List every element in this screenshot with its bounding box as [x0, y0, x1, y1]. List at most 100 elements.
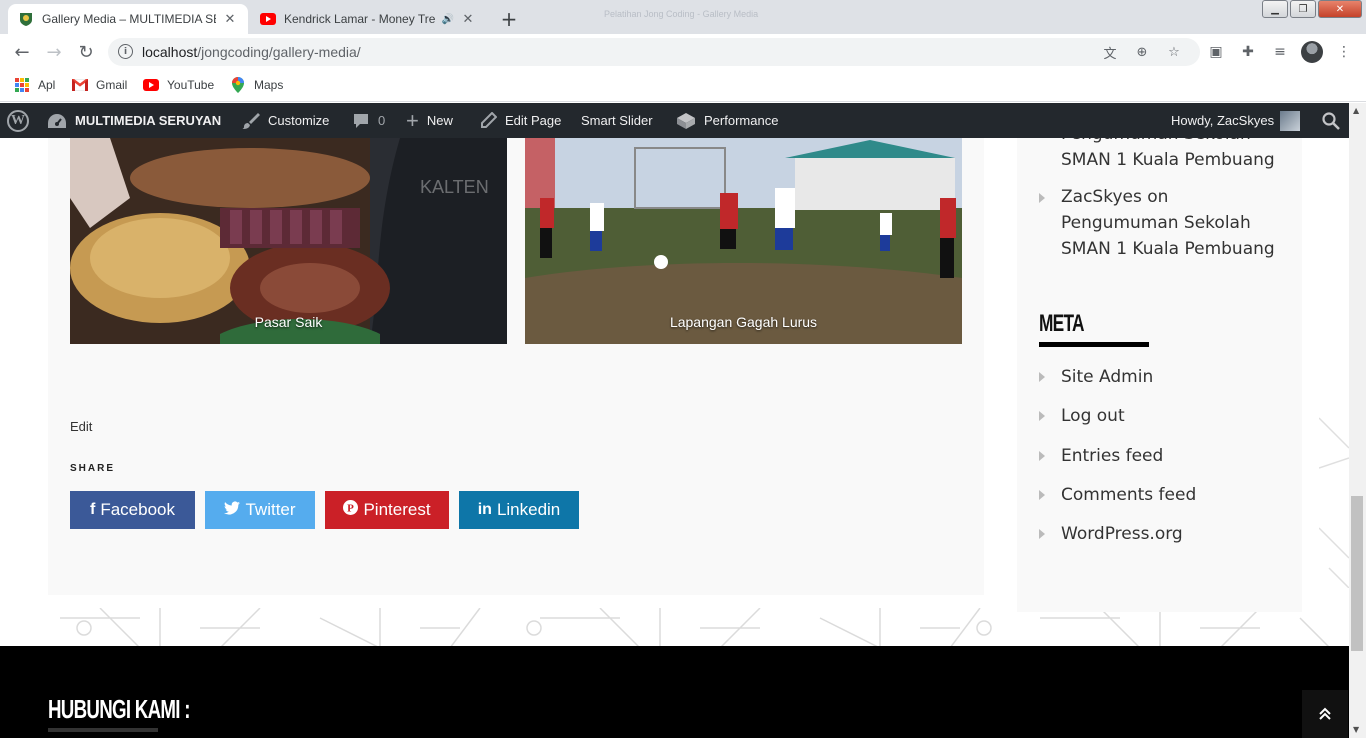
svg-text:KALTEN: KALTEN	[420, 177, 489, 197]
share-pinterest-button[interactable]: P Pinterest	[325, 491, 449, 529]
recent-comment-author: ZacSkyes on	[1061, 187, 1169, 207]
admin-performance[interactable]: Performance	[676, 103, 778, 138]
media-control-icon[interactable]: ≡	[1270, 42, 1290, 62]
address-bar[interactable]: i localhost/jongcoding/gallery-media/ 文 …	[108, 38, 1200, 66]
gallery-item-lapangan[interactable]: Lapangan Gagah Lurus	[525, 138, 962, 344]
extensions-puzzle-icon[interactable]: ✚	[1238, 42, 1258, 62]
plus-icon: +	[406, 107, 419, 133]
extension-icon[interactable]: ▣	[1206, 42, 1226, 62]
recent-comment-text: SMAN 1 Kuala Pembuang	[1061, 150, 1275, 170]
footer-contact-heading: HUBUNGI KAMI :	[48, 694, 190, 724]
share-heading: SHARE	[70, 463, 116, 474]
recent-comment-text: Pengumuman Sekolah	[1061, 138, 1291, 147]
bookmark-label: Maps	[254, 78, 284, 92]
profile-avatar[interactable]	[1301, 41, 1323, 63]
menu-kebab-icon[interactable]: ⋮	[1334, 42, 1354, 62]
decorative-pattern	[60, 608, 1331, 648]
back-to-top-button[interactable]	[1302, 690, 1348, 738]
wordpress-logo-icon[interactable]: W	[7, 103, 29, 138]
list-arrow-icon	[1039, 372, 1045, 382]
meta-entries-feed[interactable]: Entries feed	[1061, 446, 1163, 466]
admin-new[interactable]: + New	[406, 103, 453, 138]
meta-comments-feed[interactable]: Comments feed	[1061, 485, 1196, 505]
share-facebook-button[interactable]: f Facebook	[70, 491, 195, 529]
sidebar: Pengumuman Sekolah SMAN 1 Kuala Pembuang…	[1017, 138, 1302, 612]
share-label: Facebook	[100, 500, 175, 519]
back-icon[interactable]: ←	[8, 38, 36, 66]
meta-title-underline	[1039, 342, 1149, 347]
user-avatar	[1280, 110, 1301, 131]
scroll-down-arrow-icon[interactable]: ▼	[1353, 725, 1359, 734]
meta-widget-title: META	[1039, 310, 1085, 337]
meta-site-admin[interactable]: Site Admin	[1061, 367, 1153, 387]
edit-post-link[interactable]: Edit	[70, 419, 92, 434]
speaker-icon[interactable]: 🔊	[442, 14, 454, 25]
admin-comments[interactable]: 0	[352, 103, 385, 138]
apps-grid-icon	[14, 77, 30, 93]
close-tab-icon[interactable]: ✕	[222, 11, 238, 27]
share-linkedin-button[interactable]: in Linkedin	[459, 491, 579, 529]
bookmark-label: YouTube	[167, 78, 215, 92]
share-twitter-button[interactable]: Twitter	[205, 491, 315, 529]
bookmark-apps[interactable]: Apl	[14, 77, 55, 93]
recent-comment-item[interactable]: Pengumuman Sekolah SMAN 1 Kuala Pembuang	[1061, 138, 1291, 173]
close-tab-icon[interactable]: ✕	[460, 11, 476, 27]
bookmark-label: Gmail	[96, 78, 128, 92]
maps-pin-icon	[230, 77, 246, 93]
meta-log-out[interactable]: Log out	[1061, 406, 1125, 426]
gallery-caption: Lapangan Gagah Lurus	[669, 314, 818, 330]
bookmark-star-icon[interactable]: ☆	[1166, 44, 1182, 60]
recent-comment-item[interactable]: ZacSkyes on Pengumuman Sekolah SMAN 1 Ku…	[1061, 184, 1291, 262]
gallery-caption: Pasar Saik	[254, 314, 323, 330]
share-label: Pinterest	[363, 500, 431, 519]
new-tab-button[interactable]: +	[496, 6, 522, 32]
comment-bubble-icon	[352, 112, 370, 130]
tab-youtube[interactable]: Kendrick Lamar - Money Tre 🔊 ✕	[250, 4, 486, 34]
bookmark-maps[interactable]: Maps	[230, 77, 283, 93]
scroll-up-arrow-icon[interactable]: ▲	[1353, 106, 1359, 115]
maximize-icon[interactable]: ❐	[1290, 0, 1316, 18]
browser-toolbar: ← → ↻ i localhost/jongcoding/gallery-med…	[0, 34, 1366, 70]
list-arrow-icon	[1039, 529, 1045, 539]
window-title: Pelatihan Jong Coding - Gallery Media	[604, 9, 759, 19]
list-arrow-icon	[1039, 411, 1045, 421]
gallery-item-pasar-saik[interactable]: KALTEN Pasar Saik	[70, 138, 507, 344]
page-content: KALTEN Pasar Saik Lapangan Gagah Lurus E…	[0, 138, 1349, 738]
tab-title: Gallery Media – MULTIMEDIA SE	[42, 12, 216, 26]
site-info-icon[interactable]: i	[118, 44, 133, 59]
reload-icon[interactable]: ↻	[72, 38, 100, 66]
bookmark-label: Apl	[38, 78, 56, 92]
list-arrow-icon	[1039, 490, 1045, 500]
share-label: Linkedin	[496, 500, 561, 519]
double-chevron-up-icon	[1318, 704, 1332, 725]
admin-howdy-account[interactable]: Howdy, ZacSkyes	[1171, 103, 1301, 138]
bookmarks-bar: Apl Gmail YouTube Maps	[0, 70, 1366, 102]
tab-gallery-media[interactable]: Gallery Media – MULTIMEDIA SE ✕	[8, 4, 248, 34]
admin-site-name[interactable]: MULTIMEDIA SERUYAN	[47, 103, 221, 138]
list-arrow-icon	[1039, 451, 1045, 461]
admin-customize[interactable]: Customize	[242, 103, 329, 138]
minimize-icon[interactable]: ▁	[1262, 0, 1288, 18]
admin-search-icon[interactable]	[1322, 103, 1340, 138]
close-window-icon[interactable]: ✕	[1318, 0, 1362, 18]
paintbrush-icon	[242, 112, 260, 130]
bookmark-gmail[interactable]: Gmail	[72, 77, 127, 93]
wp-admin-bar: W MULTIMEDIA SERUYAN Customize 0 + New E…	[0, 103, 1349, 138]
youtube-icon	[143, 77, 159, 93]
page-scrollbar[interactable]: ▲ ▼	[1349, 103, 1366, 738]
forward-icon[interactable]: →	[40, 38, 68, 66]
list-arrow-icon	[1039, 193, 1045, 203]
url-text[interactable]: localhost/jongcoding/gallery-media/	[142, 44, 361, 60]
translate-icon[interactable]: 文	[1102, 44, 1118, 62]
zoom-icon[interactable]: ⊕	[1134, 44, 1150, 60]
recent-comment-text: SMAN 1 Kuala Pembuang	[1061, 239, 1275, 259]
admin-smart-slider[interactable]: Smart Slider	[581, 103, 653, 138]
bookmark-youtube[interactable]: YouTube	[143, 77, 214, 93]
decorative-side-pattern	[1319, 417, 1349, 588]
admin-edit-page[interactable]: Edit Page	[479, 103, 561, 138]
tab-strip: Gallery Media – MULTIMEDIA SE ✕ Kendrick…	[0, 0, 1366, 34]
scrollbar-thumb[interactable]	[1351, 496, 1363, 651]
footer-heading-underline	[48, 728, 158, 732]
meta-wordpress-org[interactable]: WordPress.org	[1061, 524, 1183, 544]
window-controls: ▁ ❐ ✕	[1260, 0, 1362, 20]
